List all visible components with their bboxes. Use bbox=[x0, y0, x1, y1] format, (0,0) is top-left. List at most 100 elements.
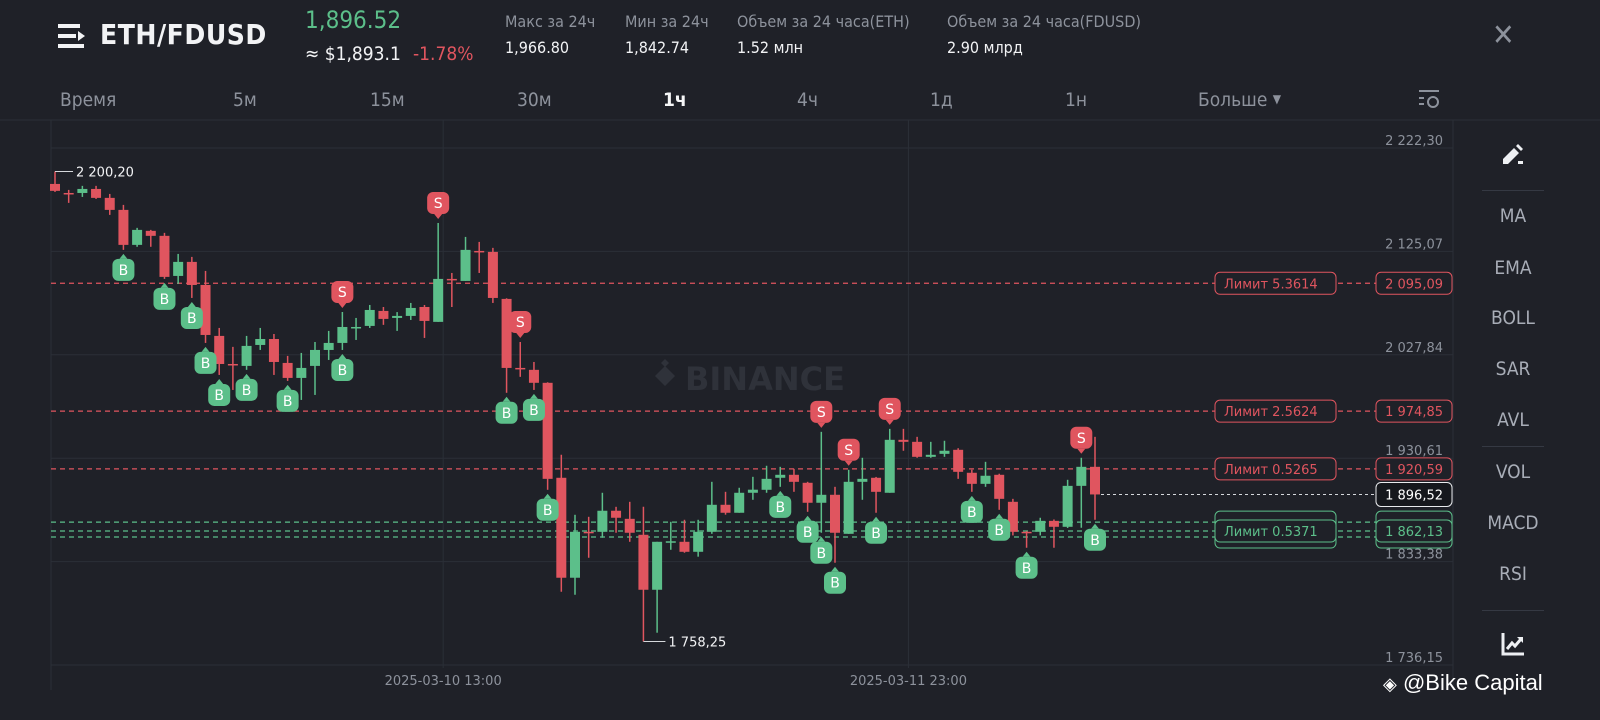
limit-price-label: 1 974,85 bbox=[1385, 405, 1443, 420]
marker-letter: B bbox=[338, 363, 348, 379]
caret-down-icon: ▼ bbox=[1272, 92, 1282, 106]
marker-letter: B bbox=[283, 394, 293, 410]
marker-letter: B bbox=[775, 500, 785, 516]
candle bbox=[843, 469, 854, 534]
indicator-vol[interactable]: VOL bbox=[1482, 461, 1544, 483]
marker-letter: B bbox=[543, 503, 553, 519]
candle-body bbox=[570, 531, 580, 578]
candle-body bbox=[173, 261, 184, 276]
candle-body bbox=[884, 439, 895, 493]
sell-marker: S bbox=[331, 280, 354, 308]
sidebar-divider bbox=[1482, 446, 1544, 447]
candle-body bbox=[501, 298, 512, 368]
candle-body bbox=[734, 492, 745, 513]
marker-pointer bbox=[119, 253, 128, 259]
chart-settings-icon[interactable] bbox=[1419, 90, 1441, 110]
indicator-boll[interactable]: BOLL bbox=[1482, 307, 1544, 329]
chart-line-icon[interactable] bbox=[1482, 631, 1544, 662]
marker-letter: S bbox=[434, 196, 443, 212]
candle-body bbox=[1021, 531, 1032, 534]
buy-marker: B bbox=[522, 393, 545, 421]
candle bbox=[310, 341, 320, 395]
candle-body bbox=[1076, 466, 1087, 486]
candle-body bbox=[720, 504, 731, 513]
candle-body bbox=[405, 307, 416, 316]
candle-body bbox=[652, 541, 663, 590]
indicator-sar[interactable]: SAR bbox=[1482, 358, 1544, 380]
marker-letter: S bbox=[516, 315, 525, 331]
candle-body bbox=[186, 261, 197, 285]
candle bbox=[1090, 436, 1100, 520]
candle bbox=[378, 306, 389, 325]
stat-label-vol-fdusd: Объем за 24 часа(FDUSD) bbox=[947, 12, 1142, 31]
tab-1w[interactable]: 1н bbox=[1065, 89, 1087, 111]
candle bbox=[624, 501, 635, 542]
tab-1h[interactable]: 1ч bbox=[663, 89, 687, 111]
candle-body bbox=[392, 315, 403, 318]
indicator-ma[interactable]: MA bbox=[1482, 205, 1544, 227]
limit-price-label: 1 862,13 bbox=[1385, 525, 1443, 540]
candle bbox=[1062, 479, 1073, 528]
marker-pointer bbox=[529, 393, 538, 399]
indicator-macd[interactable]: MACD bbox=[1482, 512, 1544, 534]
candle-body bbox=[118, 209, 129, 245]
marker-letter: B bbox=[1022, 561, 1032, 577]
candle bbox=[994, 473, 1005, 510]
marker-pointer bbox=[776, 490, 785, 496]
sell-marker: S bbox=[509, 310, 532, 338]
sell-marker: S bbox=[837, 438, 860, 466]
candle bbox=[884, 428, 895, 493]
tab-1d[interactable]: 1д bbox=[930, 89, 953, 111]
candle-body bbox=[104, 197, 115, 210]
tab-time[interactable]: Время bbox=[60, 89, 116, 111]
tab-5m[interactable]: 5м bbox=[233, 89, 257, 111]
close-icon[interactable]: ✕ bbox=[1492, 18, 1515, 53]
tab-30m[interactable]: 30м bbox=[517, 89, 552, 111]
marker-pointer bbox=[831, 566, 839, 572]
buy-marker: B bbox=[276, 384, 299, 412]
candle-body bbox=[433, 278, 444, 322]
last-price: 1,896.52 bbox=[305, 6, 402, 34]
candle-body bbox=[528, 369, 539, 383]
candle bbox=[104, 193, 115, 215]
tab-4h[interactable]: 4ч bbox=[797, 89, 818, 111]
tab-15m[interactable]: 15м bbox=[370, 89, 405, 111]
buy-marker: B bbox=[208, 378, 231, 406]
limit-order-label: Лимит 2.5624 bbox=[1224, 405, 1318, 420]
marker-pointer bbox=[872, 516, 881, 522]
indicator-ema[interactable]: EMA bbox=[1482, 257, 1544, 279]
usd-price: ≈ $1,893.1 bbox=[305, 43, 401, 65]
marker-letter: B bbox=[160, 292, 170, 308]
candle-body bbox=[255, 338, 266, 345]
candle-body bbox=[132, 229, 143, 245]
marker-letter: B bbox=[214, 388, 224, 404]
candle-body bbox=[665, 541, 676, 543]
marker-letter: B bbox=[817, 546, 827, 562]
tab-more-label: Больше bbox=[1198, 89, 1268, 111]
y-tick-label: 1 930,61 bbox=[1385, 444, 1443, 459]
indicator-rsi[interactable]: RSI bbox=[1482, 563, 1544, 585]
candle-body bbox=[446, 278, 457, 281]
candle bbox=[118, 204, 129, 250]
candle bbox=[145, 229, 156, 247]
marker-letter: S bbox=[844, 443, 853, 459]
candle-body bbox=[323, 342, 334, 350]
pair-title[interactable]: ETH/FDUSD bbox=[100, 18, 267, 51]
buy-marker: B bbox=[112, 253, 135, 281]
menu-icon[interactable] bbox=[58, 24, 86, 48]
tab-more[interactable]: Больше ▼ bbox=[1198, 89, 1281, 111]
candle-body bbox=[747, 489, 758, 493]
candle-body bbox=[597, 510, 608, 532]
limit-price-label: 2 095,09 bbox=[1385, 277, 1443, 292]
buy-marker: B bbox=[988, 513, 1011, 541]
candle-body bbox=[761, 478, 772, 490]
buy-marker: B bbox=[194, 346, 217, 374]
candle bbox=[761, 465, 772, 493]
marker-pointer bbox=[967, 495, 976, 501]
pencil-icon[interactable] bbox=[1482, 142, 1544, 173]
candle bbox=[611, 506, 622, 533]
candle bbox=[173, 253, 184, 284]
indicator-avl[interactable]: AVL bbox=[1482, 409, 1544, 431]
buy-marker: B bbox=[495, 396, 518, 424]
buy-marker: B bbox=[235, 373, 258, 401]
